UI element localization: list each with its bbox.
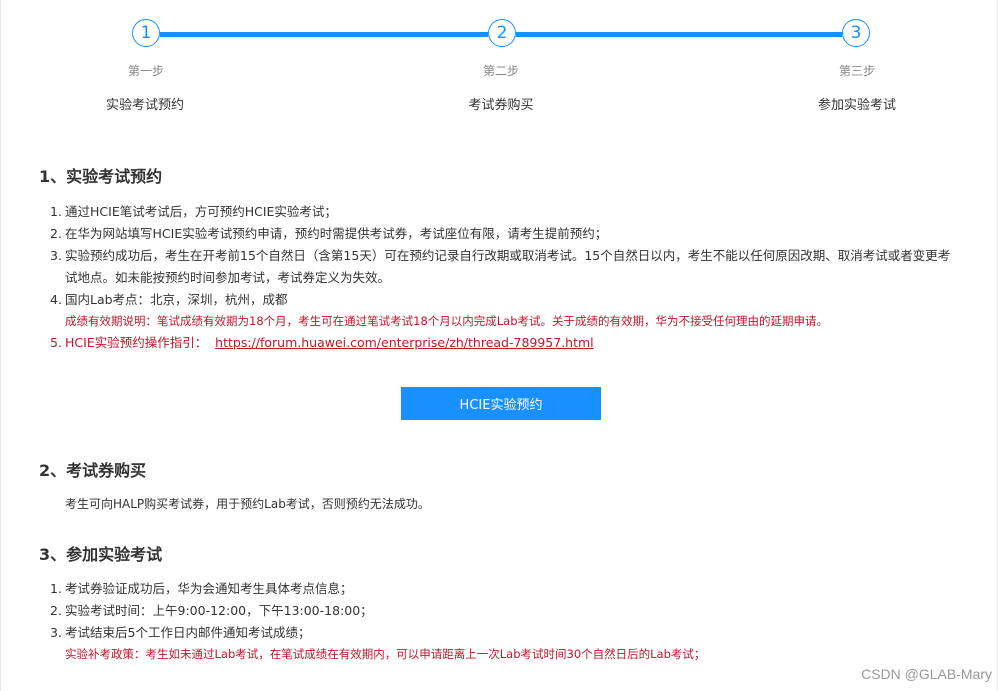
forum-guide-link[interactable]: https://forum.huawei.com/enterprise/zh/t… — [215, 335, 594, 350]
section-3-title: 3、参加实验考试 — [39, 545, 163, 564]
list-number: 1. — [50, 204, 62, 219]
step-1-title: 实验考试预约 — [105, 98, 184, 113]
step-1-label: 第一步 — [127, 64, 164, 78]
list-item: 4. 国内Lab考点：北京，深圳，杭州，成都 成绩有效期说明：笔试成绩有效期为18… — [50, 289, 960, 332]
step-3-title: 参加实验考试 — [817, 98, 896, 113]
validity-note: 成绩有效期说明：笔试成绩有效期为18个月，考生可在通过笔试考试18个月以内完成L… — [65, 314, 829, 328]
step-connector-1-2 — [160, 32, 488, 37]
section-1-title: 1、实验考试预约 — [39, 167, 163, 186]
list-text: HCIE实验预约操作指引： — [65, 335, 208, 350]
list-number: 4. — [50, 292, 62, 307]
list-number: 2. — [50, 226, 62, 241]
list-number: 3. — [50, 248, 62, 263]
list-number: 2. — [50, 603, 62, 618]
list-text: 实验预约成功后，考生在开考前15个自然日（含第15天）可在预约记录自行改期或取消… — [65, 248, 951, 285]
list-text: 通过HCIE笔试考试后，方可预约HCIE实验考试； — [65, 204, 337, 219]
csdn-watermark: CSDN @GLAB-Mary — [861, 666, 992, 682]
list-item: 3. 考试结束后5个工作日内邮件通知考试成绩； 实验补考政策：考生如未通过Lab考… — [50, 622, 950, 665]
step-2-label: 第二步 — [482, 64, 519, 78]
list-text: 国内Lab考点：北京，深圳，杭州，成都 — [65, 292, 288, 307]
list-item: 2. 在华为网站填写HCIE实验考试预约申请，预约时需提供考试券，考试座位有限，请… — [50, 223, 960, 245]
list-text: 考试结束后5个工作日内邮件通知考试成绩； — [65, 625, 311, 640]
step-progress: 1 2 3 第一步 第二步 第三步 实验考试预约 考试券购买 参加实验考试 — [0, 0, 998, 130]
step-3-circle: 3 — [842, 19, 870, 47]
retake-note: 实验补考政策：考生如未通过Lab考试，在笔试成绩在有效期内，可以申请距离上一次L… — [65, 647, 706, 661]
section-1-list: 1. 通过HCIE笔试考试后，方可预约HCIE实验考试； 2. 在华为网站填写HCI… — [50, 201, 960, 354]
list-item: 1. 通过HCIE笔试考试后，方可预约HCIE实验考试； — [50, 201, 960, 223]
step-3-label: 第三步 — [838, 64, 875, 78]
section-2-title: 2、考试券购买 — [39, 461, 147, 480]
list-item: 5. HCIE实验预约操作指引： https://forum.huawei.com… — [50, 332, 960, 354]
list-text: 实验考试时间：上午9:00-12:00，下午13:00-18:00； — [65, 603, 373, 618]
step-2-title: 考试券购买 — [468, 98, 534, 113]
step-1-circle: 1 — [132, 19, 160, 47]
list-item: 1. 考试券验证成功后，华为会通知考生具体考点信息； — [50, 578, 950, 600]
list-text: 考试券验证成功后，华为会通知考生具体考点信息； — [65, 581, 353, 596]
list-item: 3. 实验预约成功后，考生在开考前15个自然日（含第15天）可在预约记录自行改期或… — [50, 245, 960, 289]
list-number: 1. — [50, 581, 62, 596]
step-2-circle: 2 — [488, 19, 516, 47]
list-number: 5. — [50, 335, 62, 350]
hcie-lab-reserve-button[interactable]: HCIE实验预约 — [401, 387, 601, 420]
list-item: 2. 实验考试时间：上午9:00-12:00，下午13:00-18:00； — [50, 600, 950, 622]
step-connector-2-3 — [516, 32, 842, 37]
section-3-list: 1. 考试券验证成功后，华为会通知考生具体考点信息； 2. 实验考试时间：上午9:0… — [50, 578, 950, 665]
list-number: 3. — [50, 625, 62, 640]
section-2-text: 考生可向HALP购买考试券，用于预约Lab考试，否则预约无法成功。 — [65, 497, 430, 511]
list-text: 在华为网站填写HCIE实验考试预约申请，预约时需提供考试券，考试座位有限，请考生… — [65, 226, 608, 241]
